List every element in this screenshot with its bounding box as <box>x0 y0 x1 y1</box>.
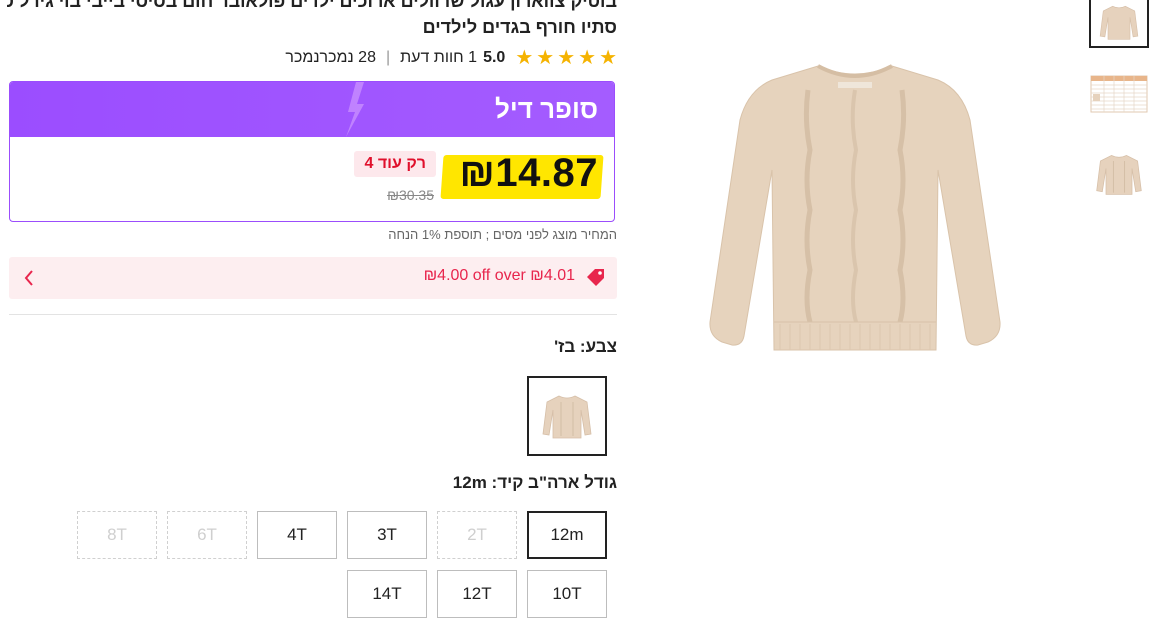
size-option-14t[interactable]: 14T <box>347 570 427 618</box>
size-option-4t[interactable]: 4T <box>257 511 337 559</box>
sweater-thumbnail <box>1099 5 1139 40</box>
deal-title: סופר דיל <box>495 94 598 124</box>
sold-count: 28 נמכרנמכר <box>285 49 376 66</box>
super-deal-box: סופר דיל ₪14.87 רק עוד 4 ₪30.35 <box>9 81 615 222</box>
lightning-icon <box>346 82 364 137</box>
original-price: ₪30.35 <box>387 187 434 203</box>
star-icon: ★ <box>599 47 617 69</box>
star-icon: ★ <box>515 47 534 69</box>
color-label: צבע: בז' <box>554 337 617 356</box>
separator: | <box>385 49 391 66</box>
size-chart-thumbnail <box>1090 75 1148 113</box>
product-title: בוטיק צווארון עגול שרוולים ארוכים ילדים … <box>7 0 617 40</box>
thumbnail-3[interactable] <box>1089 148 1149 200</box>
reviews-link[interactable]: 1 חוות דעת <box>400 49 477 67</box>
divider <box>9 314 617 315</box>
size-option-6t[interactable]: 6T <box>167 511 247 559</box>
size-option-2t[interactable]: 2T <box>437 511 517 559</box>
coupon-bar[interactable]: ₪4.00 off over ₪4.01 <box>9 257 617 299</box>
sale-price: ₪14.87 <box>459 151 598 195</box>
product-title-line-2: סתיו חורף בגדים לילדים <box>422 17 617 37</box>
rating-row: ★ ★ ★ ★ ★ 5.0 1 חוות דעת | 28 נמכרנמכר <box>285 44 617 72</box>
sweater-thumbnail <box>542 395 592 439</box>
deal-body: ₪14.87 רק עוד 4 ₪30.35 <box>10 137 614 221</box>
deal-header: סופר דיל <box>10 82 614 137</box>
size-option-12t[interactable]: 12T <box>437 570 517 618</box>
rating-value: 5.0 <box>483 49 506 66</box>
thumbnail-2[interactable] <box>1089 66 1149 118</box>
stock-badge: רק עוד 4 <box>354 151 436 177</box>
size-label: גודל ארה"ב קיד: 12m <box>452 473 617 492</box>
size-option-12m[interactable]: 12m <box>527 511 607 559</box>
product-title-line-1: בוטיק צווארון עגול שרוולים ארוכים ילדים … <box>7 0 617 11</box>
star-rating: ★ ★ ★ ★ ★ <box>515 48 617 68</box>
coupon-text: ₪4.00 off over ₪4.01 <box>423 267 575 284</box>
star-icon: ★ <box>557 47 576 69</box>
tax-note: המחיר מוצג לפני מסים ; תוספת 1% הנחה <box>388 227 617 242</box>
tag-icon <box>587 269 604 286</box>
product-main-image[interactable] <box>700 60 1010 360</box>
sweater-thumbnail <box>1096 155 1142 195</box>
size-option-3t[interactable]: 3T <box>347 511 427 559</box>
size-option-8t[interactable]: 8T <box>77 511 157 559</box>
star-icon: ★ <box>536 47 555 69</box>
star-icon: ★ <box>578 47 597 69</box>
chevron-left-icon[interactable] <box>23 269 35 287</box>
thumbnail-1[interactable] <box>1089 0 1149 48</box>
size-option-10t[interactable]: 10T <box>527 570 607 618</box>
color-swatch-beige[interactable] <box>527 376 607 456</box>
